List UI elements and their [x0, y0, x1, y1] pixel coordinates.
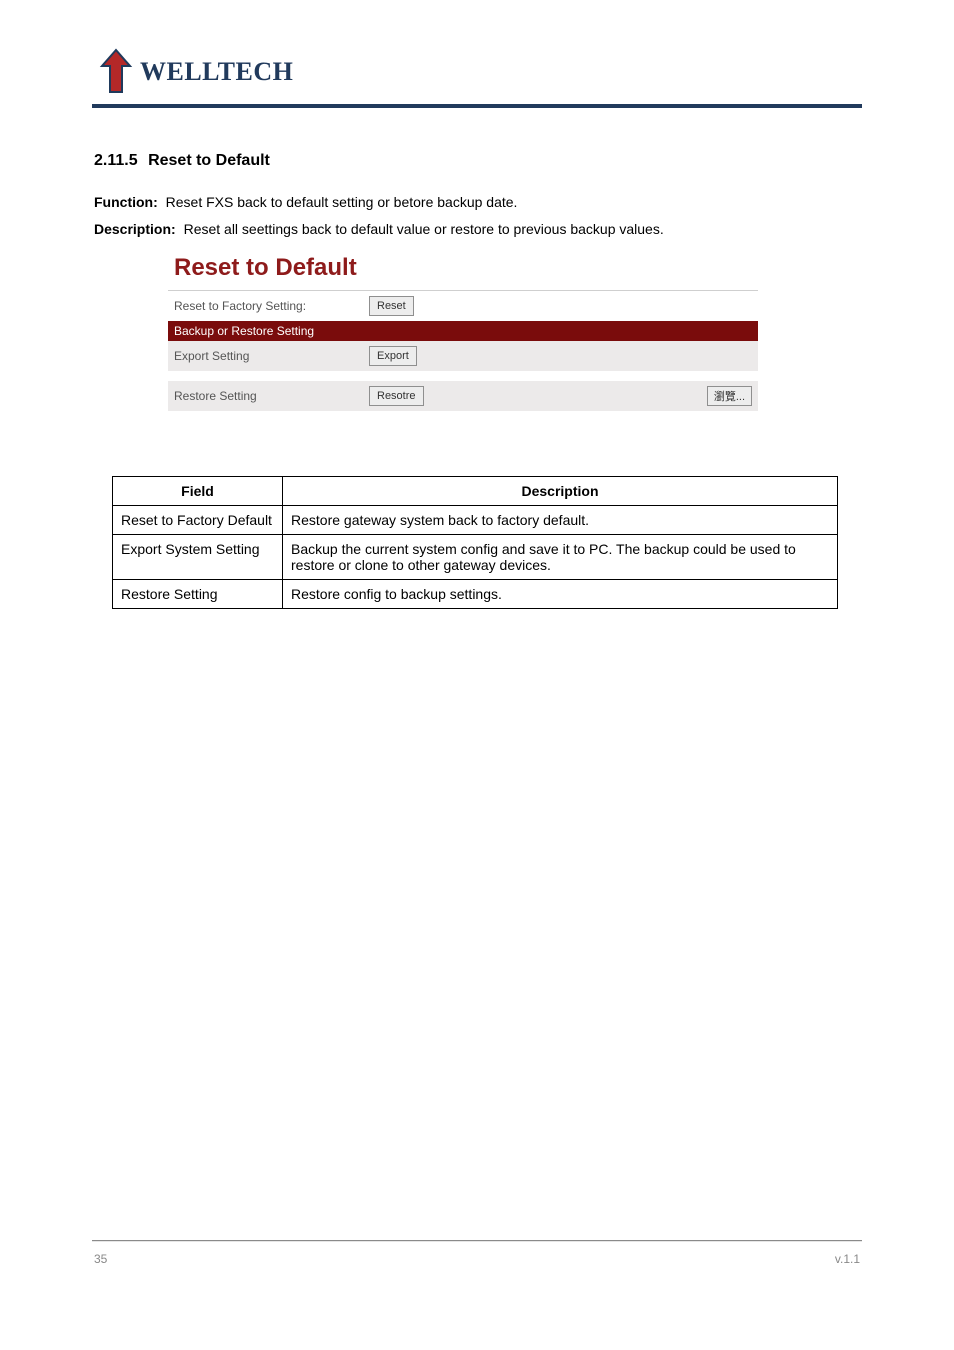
cell-field: Reset to Factory Default	[113, 506, 283, 535]
function-line: Function: Reset FXS back to default sett…	[94, 194, 517, 210]
table-row: Export System Setting Backup the current…	[113, 535, 838, 580]
reset-factory-row: Reset to Factory Setting: Reset	[168, 291, 758, 321]
section-heading: 2.11.5 Reset to Default	[94, 152, 270, 170]
description-text: Reset all seettings back to default valu…	[184, 221, 664, 237]
brand-text: WELLTECH	[140, 59, 293, 85]
arrow-up-icon	[92, 48, 140, 96]
backup-restore-header: Backup or Restore Setting	[168, 321, 758, 341]
config-screenshot: Reset to Default Reset to Factory Settin…	[168, 248, 758, 446]
table-row: Reset to Factory Default Restore gateway…	[113, 506, 838, 535]
page-number: 35	[94, 1252, 107, 1266]
th-field: Field	[113, 477, 283, 506]
description-line: Description: Reset all seettings back to…	[94, 221, 664, 237]
restore-setting-label: Restore Setting	[174, 389, 369, 403]
cell-desc: Restore gateway system back to factory d…	[283, 506, 838, 535]
reset-factory-label: Reset to Factory Setting:	[174, 299, 369, 313]
cell-field: Restore Setting	[113, 580, 283, 609]
section-title: Reset to Default	[148, 152, 270, 169]
brand-logo: WELLTECH	[92, 48, 293, 96]
header-divider	[92, 104, 862, 108]
restore-setting-row: Restore Setting Resotre 瀏覽...	[168, 381, 758, 411]
export-setting-row: Export Setting Export	[168, 341, 758, 371]
footer-divider	[92, 1240, 862, 1242]
table-row: Restore Setting Restore config to backup…	[113, 580, 838, 609]
export-button[interactable]: Export	[369, 346, 417, 366]
page-title: Reset to Default	[168, 248, 758, 291]
th-description: Description	[283, 477, 838, 506]
parameter-table: Field Description Reset to Factory Defau…	[112, 476, 838, 609]
restore-button[interactable]: Resotre	[369, 386, 424, 406]
section-number: 2.11.5	[94, 152, 138, 169]
browse-button[interactable]: 瀏覽...	[707, 386, 752, 406]
spacer	[168, 371, 758, 381]
function-label: Function:	[94, 194, 158, 210]
reset-button[interactable]: Reset	[369, 296, 414, 316]
description-label: Description:	[94, 221, 176, 237]
cell-desc: Restore config to backup settings.	[283, 580, 838, 609]
function-text: Reset FXS back to default setting or bet…	[166, 194, 518, 210]
cell-field: Export System Setting	[113, 535, 283, 580]
doc-version: v.1.1	[835, 1252, 860, 1266]
cell-desc: Backup the current system config and sav…	[283, 535, 838, 580]
export-setting-label: Export Setting	[174, 349, 369, 363]
